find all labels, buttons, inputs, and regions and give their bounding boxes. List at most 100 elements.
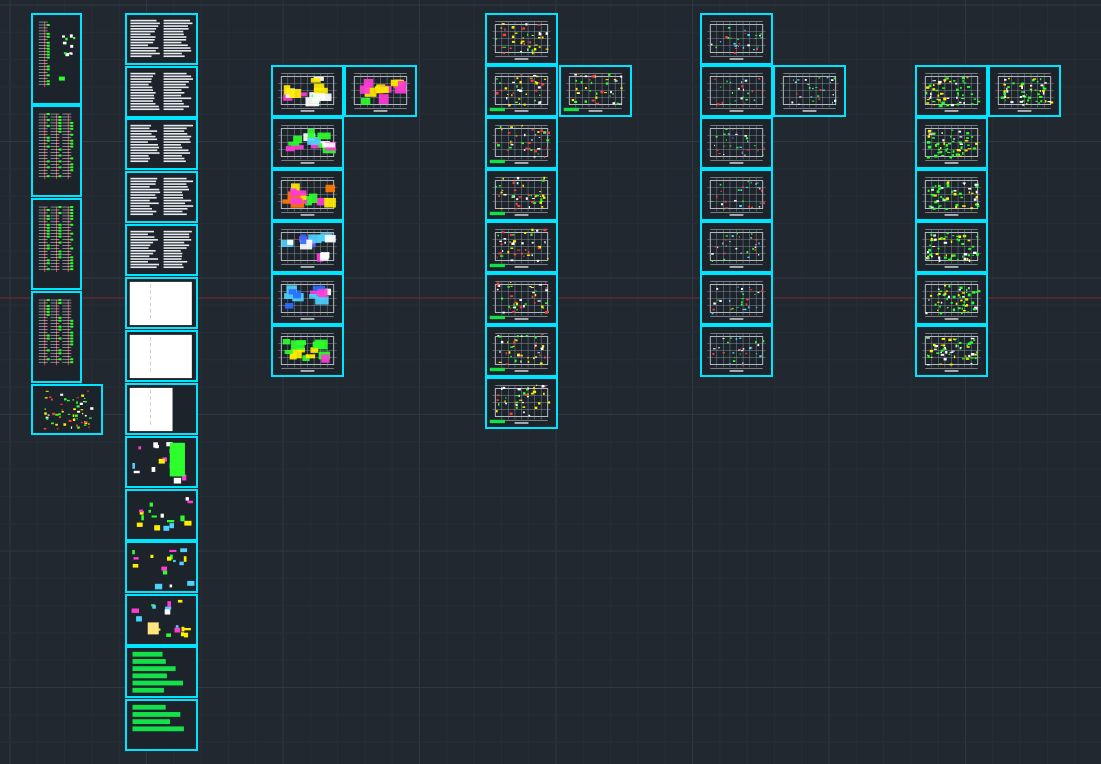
colored-zoning-plans-sheet[interactable] xyxy=(271,65,344,117)
sheet-drawing xyxy=(563,73,625,112)
sheet-drawing xyxy=(38,21,76,88)
sheet-drawing xyxy=(922,177,981,216)
sheet-drawing xyxy=(132,704,184,732)
notes-and-details-sheet[interactable] xyxy=(125,541,198,593)
sheet-drawing xyxy=(130,19,193,58)
sheet-drawing xyxy=(278,229,337,268)
sheet-drawing xyxy=(707,229,766,268)
notes-and-details-sheet[interactable] xyxy=(125,489,198,541)
sheet-drawing xyxy=(132,651,183,693)
plans-series-b-sheet[interactable] xyxy=(485,377,558,429)
plans-series-c-sheet[interactable] xyxy=(700,325,773,377)
sheet-drawing xyxy=(922,281,981,320)
plans-series-d-sheet[interactable] xyxy=(915,325,988,377)
sheet-drawing xyxy=(278,73,337,112)
sheet-drawing xyxy=(489,384,551,424)
notes-and-details-sheet[interactable] xyxy=(125,13,198,65)
colored-zoning-plans-sheet[interactable] xyxy=(271,169,344,221)
system-diagrams-sheet[interactable] xyxy=(31,13,82,105)
sheet-drawing xyxy=(278,333,337,372)
plans-series-b-sheet[interactable] xyxy=(485,221,558,273)
plans-series-d-sheet[interactable] xyxy=(915,273,988,325)
plans-series-b-sheet[interactable] xyxy=(485,117,558,169)
colored-zoning-plans-sheet[interactable] xyxy=(271,117,344,169)
colored-zoning-plans-sheet[interactable] xyxy=(271,273,344,325)
sheet-drawing xyxy=(132,442,187,484)
system-diagrams-sheet[interactable] xyxy=(31,384,103,435)
sheet-drawing xyxy=(489,281,551,320)
sheet-drawing xyxy=(922,125,981,164)
plans-series-d-sheet[interactable] xyxy=(988,65,1061,117)
plans-series-b-sheet[interactable] xyxy=(485,65,558,117)
sheet-drawing xyxy=(38,299,74,366)
sheet-drawing xyxy=(492,21,551,60)
plans-series-c-sheet[interactable] xyxy=(700,221,773,273)
plans-series-c-sheet[interactable] xyxy=(700,273,773,325)
plans-series-c-sheet[interactable] xyxy=(700,117,773,169)
plans-series-b-sheet[interactable] xyxy=(485,13,558,65)
sheet-drawing xyxy=(489,73,551,112)
sheet-drawing xyxy=(38,206,74,273)
sheet-drawing xyxy=(707,281,766,320)
plans-series-b-sheet[interactable] xyxy=(559,65,632,117)
notes-and-details-sheet[interactable] xyxy=(125,118,198,170)
sheet-drawing xyxy=(707,333,766,372)
notes-and-details-sheet[interactable] xyxy=(125,277,198,329)
sheet-drawing xyxy=(278,177,337,216)
sheet-drawing xyxy=(136,497,193,531)
sheet-drawing xyxy=(130,230,192,269)
sheet-drawing xyxy=(278,125,337,164)
sheet-drawing xyxy=(707,125,766,164)
plans-series-c-sheet[interactable] xyxy=(773,65,846,117)
sheet-drawing xyxy=(278,281,337,320)
sheet-drawing xyxy=(131,599,191,638)
sheet-drawing xyxy=(129,334,192,379)
notes-and-details-sheet[interactable] xyxy=(125,594,198,646)
system-diagrams-sheet[interactable] xyxy=(31,105,82,197)
plans-series-c-sheet[interactable] xyxy=(700,169,773,221)
sheet-drawing xyxy=(132,548,195,590)
notes-and-details-sheet[interactable] xyxy=(125,436,198,488)
plans-series-d-sheet[interactable] xyxy=(915,221,988,273)
sheet-drawing xyxy=(922,73,981,112)
sheet-drawing xyxy=(922,333,981,372)
notes-and-details-sheet[interactable] xyxy=(125,66,198,118)
plans-series-d-sheet[interactable] xyxy=(915,117,988,169)
sheet-drawing xyxy=(780,73,839,112)
notes-and-details-sheet[interactable] xyxy=(125,646,198,698)
notes-and-details-sheet[interactable] xyxy=(125,171,198,223)
plans-series-c-sheet[interactable] xyxy=(700,65,773,117)
sheet-drawing xyxy=(922,229,981,268)
sheet-drawing xyxy=(38,113,74,180)
sheet-drawing xyxy=(489,176,551,216)
plans-series-d-sheet[interactable] xyxy=(915,65,988,117)
sheet-drawing xyxy=(707,21,766,60)
sheet-drawing xyxy=(995,73,1054,112)
sheet-drawing xyxy=(489,228,551,268)
model-space-canvas[interactable] xyxy=(0,0,1101,764)
sheet-drawing xyxy=(130,72,194,111)
sheet-drawing xyxy=(489,333,551,372)
sheet-drawing xyxy=(129,387,173,432)
plans-series-b-sheet[interactable] xyxy=(485,325,558,377)
notes-and-details-sheet[interactable] xyxy=(125,699,198,751)
colored-zoning-plans-sheet[interactable] xyxy=(271,221,344,273)
sheet-drawing xyxy=(351,73,410,112)
sheet-drawing xyxy=(489,124,551,164)
plans-series-d-sheet[interactable] xyxy=(915,169,988,221)
sheet-drawing xyxy=(707,73,766,112)
plans-series-c-sheet[interactable] xyxy=(700,13,773,65)
colored-zoning-plans-sheet[interactable] xyxy=(271,325,344,377)
notes-and-details-sheet[interactable] xyxy=(125,224,198,276)
sheet-drawing xyxy=(43,390,94,430)
plans-series-b-sheet[interactable] xyxy=(485,273,558,325)
sheet-drawing xyxy=(129,281,192,326)
notes-and-details-sheet[interactable] xyxy=(125,330,198,382)
sheet-drawing xyxy=(130,177,194,216)
sheet-drawing xyxy=(707,177,766,216)
system-diagrams-sheet[interactable] xyxy=(31,198,82,290)
plans-series-b-sheet[interactable] xyxy=(485,169,558,221)
system-diagrams-sheet[interactable] xyxy=(31,291,82,383)
colored-zoning-plans-sheet[interactable] xyxy=(344,65,417,117)
notes-and-details-sheet[interactable] xyxy=(125,383,198,435)
